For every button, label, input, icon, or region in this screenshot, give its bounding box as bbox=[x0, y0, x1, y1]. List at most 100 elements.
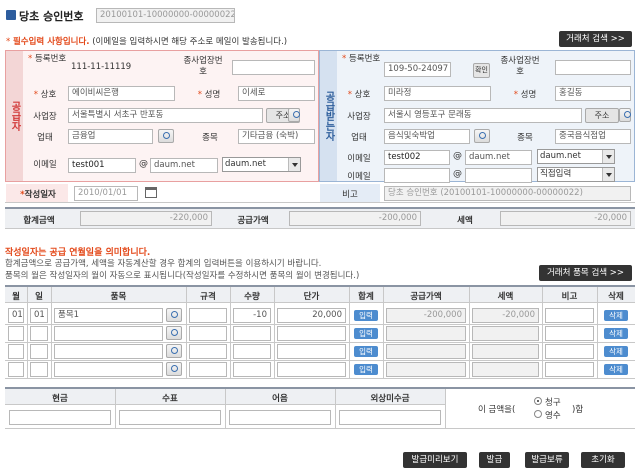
row-calc-button[interactable]: 입력 bbox=[354, 310, 378, 321]
row-month-input[interactable] bbox=[8, 326, 24, 341]
row-spec-input[interactable] bbox=[189, 308, 227, 323]
row-note-input[interactable] bbox=[545, 362, 594, 377]
reset-button[interactable]: 초기화 bbox=[581, 452, 625, 468]
original-approval-number: 20100101-10000000-00000022 bbox=[96, 8, 235, 23]
row-day-input[interactable]: 01 bbox=[30, 308, 48, 323]
chevron-down-icon bbox=[602, 168, 614, 181]
supplier-email-id-input[interactable]: test001 bbox=[68, 158, 136, 173]
row-item-name-input[interactable]: 품목1 bbox=[54, 308, 163, 323]
payment-note-input[interactable] bbox=[229, 410, 331, 425]
issue-button[interactable]: 발급 bbox=[479, 452, 510, 468]
receiver-name-input[interactable]: 미라정 bbox=[384, 86, 491, 101]
receiver-address-input[interactable]: 서울시 영등포구 문래동 bbox=[384, 108, 582, 123]
row-unit-price-input[interactable] bbox=[277, 326, 346, 341]
row-day-input[interactable] bbox=[30, 362, 48, 377]
receiver-reg-no-input[interactable]: 109-50-24097 bbox=[384, 62, 451, 77]
supplier-ceo-input[interactable]: 이세로 bbox=[238, 86, 315, 101]
row-delete-button[interactable]: 삭제 bbox=[604, 346, 628, 357]
supplier-sub-biz-input[interactable] bbox=[232, 60, 315, 75]
receiver-sub-biz-label: 종사업장번호 bbox=[500, 56, 540, 77]
supplier-type-search-icon[interactable] bbox=[158, 129, 174, 143]
supplier-address-search-icon[interactable] bbox=[288, 108, 300, 122]
receiver-email2-label: 이메일 bbox=[347, 172, 371, 182]
supplier-email-domain-select[interactable]: daum.net bbox=[222, 157, 301, 172]
receiver-type-input[interactable]: 음식및숙박업 bbox=[384, 129, 470, 144]
row-spec-input[interactable] bbox=[189, 362, 227, 377]
write-date-input[interactable]: 2010/01/01 bbox=[74, 186, 138, 201]
row-calc-button[interactable]: 입력 bbox=[354, 364, 378, 375]
note-input[interactable]: 당초 승인번호 (20100101-10000000-00000022) bbox=[384, 186, 631, 201]
row-unit-price-input[interactable] bbox=[277, 344, 346, 359]
receiver-item-input[interactable]: 중국음식점업 bbox=[555, 129, 631, 144]
receiver-email1-domain-input[interactable]: daum.net bbox=[465, 150, 532, 165]
receiver-ceo-input[interactable]: 홍길동 bbox=[555, 86, 631, 101]
row-supply-input[interactable] bbox=[386, 326, 466, 341]
row-item-name-input[interactable] bbox=[54, 362, 163, 377]
payment-cash-input[interactable] bbox=[9, 410, 111, 425]
row-quantity-input[interactable]: -10 bbox=[233, 308, 271, 323]
receiver-sub-biz-input[interactable] bbox=[555, 60, 631, 75]
receiver-email2-domain-input[interactable] bbox=[465, 168, 532, 183]
items-header-month: 월 bbox=[12, 292, 20, 302]
receiver-address-button[interactable]: 주소 bbox=[585, 108, 619, 123]
row-spec-input[interactable] bbox=[189, 326, 227, 341]
receipt-radio[interactable] bbox=[534, 410, 542, 418]
row-item-search-icon[interactable] bbox=[166, 308, 182, 322]
supplier-email-domain-input[interactable]: daum.net bbox=[150, 158, 218, 173]
calendar-icon[interactable] bbox=[145, 187, 157, 198]
payment-credit-input[interactable] bbox=[339, 410, 441, 425]
receiver-email1-domain-select[interactable]: daum.net bbox=[537, 149, 615, 164]
row-note-input[interactable] bbox=[545, 326, 594, 341]
row-tax-input[interactable] bbox=[472, 344, 539, 359]
supplier-email-label: 이메일 bbox=[33, 160, 57, 170]
supplier-name-input[interactable]: 에이비씨은행 bbox=[68, 86, 175, 101]
row-note-input[interactable] bbox=[545, 308, 594, 323]
row-tax-input[interactable]: -20,000 bbox=[472, 308, 539, 323]
row-day-input[interactable] bbox=[30, 344, 48, 359]
row-delete-button[interactable]: 삭제 bbox=[604, 364, 628, 375]
table-row bbox=[5, 360, 635, 361]
partner-search-button[interactable]: 거래처 검색 >> bbox=[559, 31, 632, 47]
receiver-email1-id-input[interactable]: test002 bbox=[384, 150, 450, 165]
receiver-confirm-button[interactable]: 확인 bbox=[473, 63, 490, 78]
row-quantity-input[interactable] bbox=[233, 344, 271, 359]
issue-preview-button[interactable]: 발급미리보기 bbox=[403, 452, 467, 468]
supplier-type-input[interactable]: 금융업 bbox=[68, 129, 153, 144]
row-supply-input[interactable]: -200,000 bbox=[386, 308, 466, 323]
receiver-email1-at: @ bbox=[453, 151, 462, 161]
receiver-email2-id-input[interactable] bbox=[384, 168, 450, 183]
row-item-search-icon[interactable] bbox=[166, 362, 182, 376]
receiver-email2-domain-select[interactable]: 직접입력 bbox=[537, 167, 615, 182]
row-month-input[interactable] bbox=[8, 344, 24, 359]
row-calc-button[interactable]: 입력 bbox=[354, 328, 378, 339]
row-supply-input[interactable] bbox=[386, 362, 466, 377]
row-delete-button[interactable]: 삭제 bbox=[604, 310, 628, 321]
receiver-type-search-icon[interactable] bbox=[474, 129, 490, 143]
row-tax-input[interactable] bbox=[472, 362, 539, 377]
row-day-input[interactable] bbox=[30, 326, 48, 341]
row-calc-button[interactable]: 입력 bbox=[354, 346, 378, 357]
payment-check-input[interactable] bbox=[119, 410, 221, 425]
supplier-item-input[interactable]: 기타금융 (숙박) bbox=[238, 129, 315, 144]
row-unit-price-input[interactable] bbox=[277, 362, 346, 377]
issue-hold-button[interactable]: 발급보류 bbox=[525, 452, 569, 468]
row-item-name-input[interactable] bbox=[54, 344, 163, 359]
row-item-search-icon[interactable] bbox=[166, 326, 182, 340]
row-item-search-icon[interactable] bbox=[166, 344, 182, 358]
row-unit-price-input[interactable]: 20,000 bbox=[277, 308, 346, 323]
payment-note-header: 어음 bbox=[272, 394, 288, 404]
row-tax-input[interactable] bbox=[472, 326, 539, 341]
row-item-name-input[interactable] bbox=[54, 326, 163, 341]
receiver-address-search-icon[interactable] bbox=[619, 108, 631, 122]
row-delete-button[interactable]: 삭제 bbox=[604, 328, 628, 339]
row-note-input[interactable] bbox=[545, 344, 594, 359]
row-quantity-input[interactable] bbox=[233, 326, 271, 341]
row-spec-input[interactable] bbox=[189, 344, 227, 359]
item-search-button[interactable]: 거래처 품목 검색 >> bbox=[539, 265, 632, 281]
claim-radio[interactable] bbox=[534, 397, 542, 405]
row-month-input[interactable]: 01 bbox=[8, 308, 24, 323]
row-month-input[interactable] bbox=[8, 362, 24, 377]
row-supply-input[interactable] bbox=[386, 344, 466, 359]
row-quantity-input[interactable] bbox=[233, 362, 271, 377]
supplier-address-input[interactable]: 서울특별시 서초구 반포동 bbox=[68, 108, 263, 123]
